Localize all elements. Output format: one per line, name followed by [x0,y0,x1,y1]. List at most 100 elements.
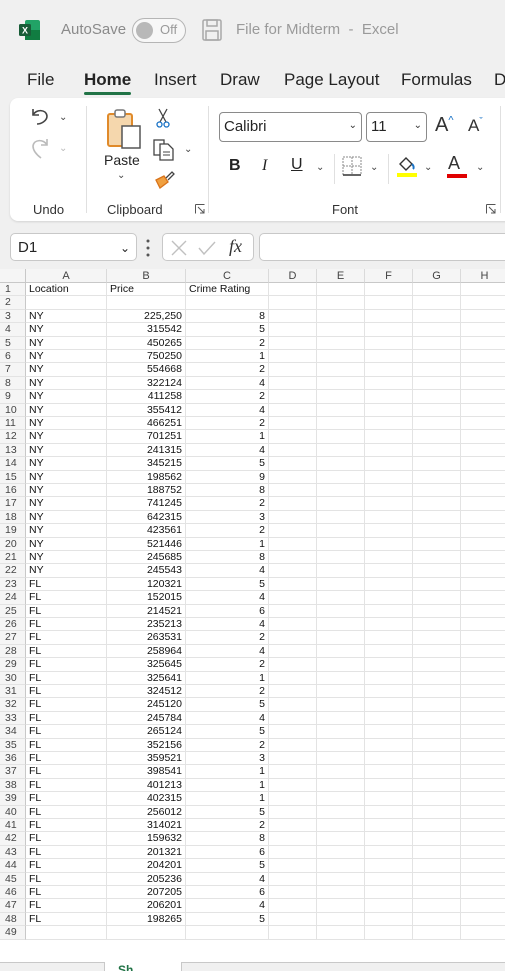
cell-c29[interactable]: 2 [186,658,269,672]
row-header[interactable]: 1 [0,283,26,297]
row-header[interactable]: 12 [0,430,26,444]
cell-d36[interactable] [269,752,317,766]
cell-e36[interactable] [317,752,365,766]
cell-g44[interactable] [413,859,461,873]
cell-d20[interactable] [269,537,317,551]
cell-c28[interactable]: 4 [186,644,269,659]
cell-h42[interactable] [461,832,505,846]
cell-f43[interactable] [365,845,413,860]
cell-b41[interactable]: 314021 [107,819,186,833]
cell-g6[interactable] [413,350,461,364]
cell-d14[interactable] [269,457,317,471]
cell-c9[interactable]: 2 [186,390,269,404]
cell-e42[interactable] [317,832,365,846]
cell-a31[interactable]: FL [26,685,107,699]
cell-c37[interactable]: 1 [186,765,269,779]
cell-b9[interactable]: 411258 [107,390,186,404]
cell-b40[interactable]: 256012 [107,805,186,819]
cell-g19[interactable] [413,524,461,538]
cell-d40[interactable] [269,805,317,819]
cell-d6[interactable] [269,350,317,364]
cell-b22[interactable]: 245543 [107,564,186,578]
cell-c7[interactable]: 2 [186,363,269,377]
cell-b19[interactable]: 423561 [107,524,186,538]
cell-g41[interactable] [413,819,461,833]
cell-h14[interactable] [461,457,505,471]
cell-d5[interactable] [269,336,317,350]
cell-h36[interactable] [461,752,505,766]
cell-e49[interactable] [317,926,365,940]
cell-e2[interactable] [317,296,365,310]
row-header[interactable]: 20 [0,537,26,551]
cell-a20[interactable]: NY [26,537,107,551]
cell-e38[interactable] [317,778,365,793]
cell-f1[interactable] [365,283,413,297]
cell-b35[interactable]: 352156 [107,738,186,752]
column-header-h[interactable]: H [461,269,505,283]
row-header[interactable]: 39 [0,792,26,806]
row-header[interactable]: 2 [0,296,26,310]
cell-b18[interactable]: 642315 [107,510,186,525]
cell-g46[interactable] [413,886,461,900]
cell-e30[interactable] [317,671,365,685]
cell-g23[interactable] [413,577,461,592]
cell-a7[interactable]: NY [26,363,107,377]
cell-h44[interactable] [461,859,505,873]
cell-g30[interactable] [413,671,461,685]
cell-h30[interactable] [461,672,505,685]
cell-c44[interactable]: 5 [186,859,269,873]
cell-g32[interactable] [413,698,461,712]
cell-f45[interactable] [365,872,413,886]
row-header[interactable]: 18 [0,510,26,525]
cell-g26[interactable] [413,618,461,632]
cell-h38[interactable] [461,779,505,793]
row-header[interactable]: 28 [0,644,26,659]
cell-a8[interactable]: NY [26,376,107,391]
row-header[interactable]: 6 [0,350,26,364]
cell-h27[interactable] [461,631,505,645]
cell-b17[interactable]: 741245 [107,497,186,511]
cell-e23[interactable] [317,577,365,592]
cell-c11[interactable]: 2 [186,417,269,431]
cell-h7[interactable] [461,363,505,377]
cell-e44[interactable] [317,859,365,873]
cell-g25[interactable] [413,604,461,618]
cell-b33[interactable]: 245784 [107,711,186,726]
cell-a42[interactable]: FL [26,832,107,846]
cell-d47[interactable] [269,899,317,913]
cell-f31[interactable] [365,685,413,699]
cell-e5[interactable] [317,336,365,350]
row-header[interactable]: 45 [0,872,26,886]
cell-e20[interactable] [317,537,365,551]
cell-a25[interactable]: FL [26,604,107,618]
cell-c32[interactable]: 5 [186,698,269,712]
cell-f35[interactable] [365,738,413,752]
cell-b5[interactable]: 450265 [107,336,186,350]
cell-g10[interactable] [413,403,461,417]
cell-d38[interactable] [269,778,317,793]
cell-d30[interactable] [269,671,317,685]
row-header[interactable]: 32 [0,698,26,712]
cell-a22[interactable]: NY [26,564,107,578]
cell-c45[interactable]: 4 [186,872,269,886]
cell-h18[interactable] [461,511,505,525]
cell-h25[interactable] [461,605,505,618]
cell-h10[interactable] [461,404,505,417]
cell-g14[interactable] [413,457,461,471]
cell-g18[interactable] [413,510,461,525]
font-name-select[interactable]: Calibri ⌄ [219,112,362,142]
row-header[interactable]: 9 [0,390,26,404]
column-header-a[interactable]: A [26,269,107,283]
cell-a44[interactable]: FL [26,859,107,873]
cell-e43[interactable] [317,845,365,860]
cell-c43[interactable]: 6 [186,845,269,860]
cell-e34[interactable] [317,725,365,739]
row-header[interactable]: 17 [0,497,26,511]
redo-icon[interactable] [29,136,51,160]
cell-g49[interactable] [413,926,461,940]
clipboard-launcher-icon[interactable] [195,204,205,214]
column-header-b[interactable]: B [107,269,186,283]
cell-e18[interactable] [317,510,365,525]
cell-a10[interactable]: NY [26,403,107,417]
undo-dropdown-icon[interactable]: ⌄ [59,112,67,123]
